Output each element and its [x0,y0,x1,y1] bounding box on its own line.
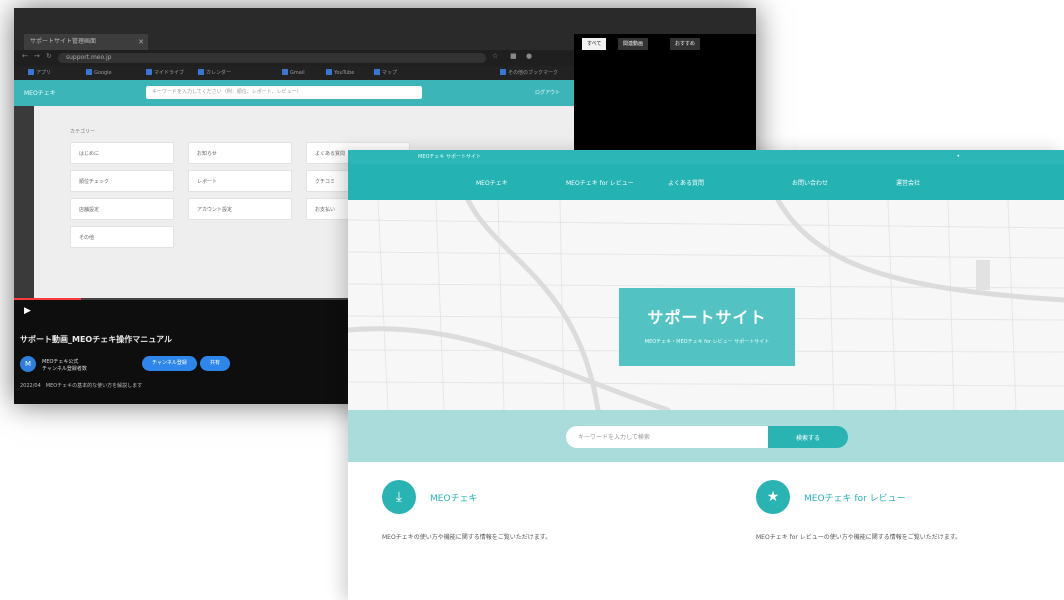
address-bar-row: ← → ↻ support.meo.jp ☆ ■ ● [14,50,574,66]
close-tab-icon[interactable]: ✕ [138,34,144,50]
left-toolbar [14,106,34,298]
category-card[interactable]: お知らせ [188,142,292,164]
nav-item-meo-check[interactable]: MEOチェキ [476,178,508,187]
channel-subscribers: チャンネル登録者数 [42,366,87,372]
support-site-window: MEOチェキ サポートサイト • MEOチェキ MEOチェキ for レビュー … [348,150,1064,600]
hero-title-box: サポートサイト MEOチェキ・MEOチェキ for レビュー サポートサイト [619,288,795,366]
star-icon[interactable]: ☆ [492,52,498,60]
hero-title: サポートサイト [647,308,767,327]
star-icon: ★ [756,480,790,514]
bookmark-item[interactable]: カレンダー [198,69,231,76]
browser-tab-label: サポートサイト管理画面 [30,38,97,45]
search-band: 検索する [348,410,1064,462]
bookmark-item[interactable]: アプリ [28,69,51,76]
logout-link[interactable]: ログアウト [535,89,560,96]
category-card[interactable]: アカウント設定 [188,198,292,220]
play-icon[interactable]: ▶ [24,306,31,316]
feature-title[interactable]: MEOチェキ for レビュー [804,491,906,504]
feature-description: MEOチェキ for レビューの使い方や機能に関する情報をご覧いただけます。 [756,534,962,541]
top-info-bar: MEOチェキ サポートサイト • [348,150,1064,164]
section-label: カテゴリー [70,129,96,135]
bookmark-item[interactable]: その他のブックマーク [500,69,558,76]
url-input[interactable]: support.meo.jp [58,53,486,63]
app-header: MEOチェキ キーワードを入力してください（例：順位、レポート、レビュー） ログ… [14,80,574,106]
video-title: サポート動画_MEOチェキ操作マニュアル [20,335,172,344]
app-search-input[interactable]: キーワードを入力してください（例：順位、レポート、レビュー） [146,86,422,99]
hero-subtitle: MEOチェキ・MEOチェキ for レビュー サポートサイト [644,339,770,345]
reload-icon[interactable]: ↻ [46,52,52,60]
subscribe-button[interactable]: チャンネル登録 [142,356,197,371]
feature-title[interactable]: MEOチェキ [430,491,478,504]
browser-tab[interactable]: サポートサイト管理画面 ✕ [24,34,148,50]
back-arrow-icon[interactable]: ← [22,52,28,60]
channel-avatar[interactable]: M [20,356,36,372]
bookmark-item[interactable]: YouTube [326,69,354,76]
menu-icon[interactable]: • [956,153,960,160]
share-button[interactable]: 共有 [200,356,231,371]
site-search-input[interactable] [566,426,768,448]
forward-arrow-icon[interactable]: → [34,52,40,60]
feature-description: MEOチェキの使い方や機能に関する情報をご覧いただけます。 [382,534,552,541]
filter-chip-recommended[interactable]: おすすめ [670,38,701,50]
nav-item-meo-review[interactable]: MEOチェキ for レビュー [566,178,634,187]
filter-chip-related[interactable]: 関連動画 [618,38,649,50]
video-description: 2022/04 MEOチェキの基本的な使い方を解説します [20,383,143,389]
download-icon: ⤓ [382,480,416,514]
top-info-text: MEOチェキ サポートサイト [418,154,481,160]
channel-name: MEOチェキ公式 チャンネル登録者数 [42,359,87,372]
nav-item-contact[interactable]: お問い合わせ [792,178,828,187]
bookmark-item[interactable]: Google [86,69,112,76]
filter-chip-all[interactable]: すべて [582,38,607,50]
app-logo: MEOチェキ [24,90,56,97]
hero-section: サポートサイト MEOチェキ・MEOチェキ for レビュー サポートサイト [348,200,1064,410]
search-button[interactable]: 検索する [768,426,848,448]
category-card[interactable]: 順位チェック [70,170,174,192]
extension-icon[interactable]: ■ [510,52,517,60]
nav-item-faq[interactable]: よくある質問 [668,178,704,187]
bookmark-item[interactable]: マップ [374,69,397,76]
bookmark-item[interactable]: Gmail [282,69,305,76]
category-card[interactable]: その他 [70,226,174,248]
category-card[interactable]: はじめに [70,142,174,164]
bookmark-item[interactable]: マイドライブ [146,69,184,76]
profile-icon[interactable]: ● [526,52,532,60]
category-card[interactable]: レポート [188,170,292,192]
nav-item-company[interactable]: 運営会社 [896,178,920,187]
bookmarks-bar: アプリ Google マイドライブ カレンダー Gmail YouTube マッ… [14,66,574,80]
category-card[interactable]: 店舗設定 [70,198,174,220]
global-nav: MEOチェキ MEOチェキ for レビュー よくある質問 お問い合わせ 運営会… [348,164,1064,200]
